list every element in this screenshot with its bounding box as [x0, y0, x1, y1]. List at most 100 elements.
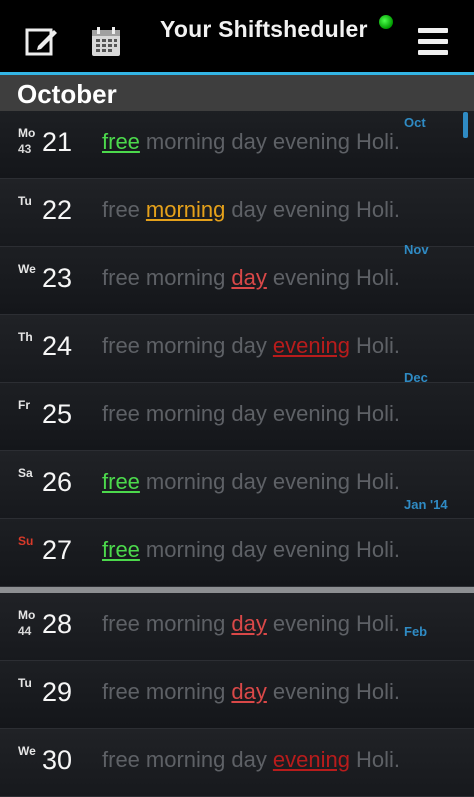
- day-row[interactable]: Tu 22 free morning day evening Holi.: [0, 179, 474, 247]
- shift-options: free morning day evening Holi.: [102, 197, 406, 223]
- day-row[interactable]: We 30 free morning day evening Holi.: [0, 729, 474, 797]
- shift-option-holi[interactable]: Holi.: [356, 333, 400, 358]
- shift-option-free[interactable]: free: [102, 679, 140, 704]
- shift-option-day[interactable]: day: [231, 333, 266, 358]
- shift-option-day[interactable]: day: [231, 747, 266, 772]
- shift-option-evening[interactable]: evening: [273, 537, 350, 562]
- day-number: 21: [42, 127, 73, 157]
- shift-option-day[interactable]: day: [231, 611, 266, 636]
- shift-option-free[interactable]: free: [102, 611, 140, 636]
- shift-options: free morning day evening Holi.: [102, 747, 406, 773]
- shift-option-morning[interactable]: morning: [146, 265, 225, 290]
- shift-option-morning[interactable]: morning: [146, 537, 225, 562]
- shift-option-morning[interactable]: morning: [146, 611, 225, 636]
- month-scroller-label[interactable]: Feb: [404, 624, 427, 639]
- shift-options: free morning day evening Holi.: [102, 401, 406, 427]
- day-row[interactable]: Tu 29 free morning day evening Holi.: [0, 661, 474, 729]
- day-row[interactable]: Th 24 free morning day evening Holi.: [0, 315, 474, 383]
- shift-option-holi[interactable]: Holi.: [356, 265, 400, 290]
- day-row[interactable]: Fr 25 free morning day evening Holi.: [0, 383, 474, 451]
- day-number: 27: [42, 535, 73, 565]
- day-row[interactable]: Su 27 free morning day evening Holi.: [0, 519, 474, 587]
- shift-option-holi[interactable]: Holi.: [356, 401, 400, 426]
- weekday-label: We: [18, 262, 36, 276]
- shift-option-holi[interactable]: Holi.: [356, 679, 400, 704]
- shift-option-morning[interactable]: morning: [146, 469, 225, 494]
- shift-option-free[interactable]: free: [102, 197, 140, 222]
- shift-option-holi[interactable]: Holi.: [356, 537, 400, 562]
- week-number: 43: [18, 142, 32, 156]
- day-row[interactable]: Sa 26 free morning day evening Holi.: [0, 451, 474, 519]
- day-number: 26: [42, 467, 73, 497]
- shift-option-morning[interactable]: morning: [146, 747, 225, 772]
- weekday-label: Mo: [18, 126, 36, 140]
- shift-option-free[interactable]: free: [102, 401, 140, 426]
- day-number: 22: [42, 195, 73, 225]
- action-bar: Your Shiftsheduler: [0, 0, 474, 75]
- day-number: 28: [42, 609, 73, 639]
- shift-option-holi[interactable]: Holi.: [356, 129, 400, 154]
- shift-option-evening[interactable]: evening: [273, 129, 350, 154]
- edit-icon[interactable]: [24, 24, 60, 60]
- weekday-label: We: [18, 744, 36, 758]
- day-number: 29: [42, 677, 73, 707]
- shift-option-day[interactable]: day: [231, 129, 266, 154]
- month-scroller-label[interactable]: Oct: [404, 115, 426, 130]
- shift-option-holi[interactable]: Holi.: [356, 197, 400, 222]
- shift-option-evening[interactable]: evening: [273, 265, 350, 290]
- weekday-label: Th: [18, 330, 33, 344]
- day-number: 25: [42, 399, 73, 429]
- shift-option-free[interactable]: free: [102, 537, 140, 562]
- shift-option-day[interactable]: day: [231, 265, 266, 290]
- calendar-icon[interactable]: [88, 24, 124, 60]
- shift-option-free[interactable]: free: [102, 265, 140, 290]
- shift-options: free morning day evening Holi.: [102, 537, 406, 563]
- scrollbar-thumb[interactable]: [463, 112, 468, 138]
- day-number: 30: [42, 745, 73, 775]
- shift-options: free morning day evening Holi.: [102, 333, 406, 359]
- shift-option-free[interactable]: free: [102, 469, 140, 494]
- shift-option-holi[interactable]: Holi.: [356, 611, 400, 636]
- shift-option-morning[interactable]: morning: [146, 679, 225, 704]
- day-row[interactable]: Mo 43 21 free morning day evening Holi.: [0, 111, 474, 179]
- shift-option-day[interactable]: day: [231, 401, 266, 426]
- weekday-label: Tu: [18, 194, 32, 208]
- shift-option-day[interactable]: day: [231, 469, 266, 494]
- shift-option-holi[interactable]: Holi.: [356, 747, 400, 772]
- month-scroller-label[interactable]: Nov: [404, 242, 429, 257]
- weekday-label: Fr: [18, 398, 30, 412]
- day-number: 23: [42, 263, 73, 293]
- weekday-label: Su: [18, 534, 34, 548]
- month-scroller-label[interactable]: Dec: [404, 370, 428, 385]
- day-number: 24: [42, 331, 73, 361]
- week-divider: [0, 587, 474, 593]
- shift-option-evening[interactable]: evening: [273, 333, 350, 358]
- day-row[interactable]: We 23 free morning day evening Holi.: [0, 247, 474, 315]
- weekday-label: Tu: [18, 676, 32, 690]
- shift-option-free[interactable]: free: [102, 129, 140, 154]
- shift-options: free morning day evening Holi.: [102, 265, 406, 291]
- menu-icon[interactable]: [418, 28, 448, 56]
- shift-option-free[interactable]: free: [102, 747, 140, 772]
- shift-option-evening[interactable]: evening: [273, 611, 350, 636]
- month-header: October: [0, 75, 474, 111]
- shift-option-holi[interactable]: Holi.: [356, 469, 400, 494]
- month-title: October: [17, 79, 117, 109]
- shift-option-evening[interactable]: evening: [273, 747, 350, 772]
- shift-option-day[interactable]: day: [231, 537, 266, 562]
- shift-options: free morning day evening Holi.: [102, 679, 406, 705]
- shift-option-morning[interactable]: morning: [146, 333, 225, 358]
- day-row[interactable]: Mo 44 28 free morning day evening Holi.: [0, 593, 474, 661]
- month-scroller-label[interactable]: Jan '14: [404, 497, 448, 512]
- weekday-label: Mo: [18, 608, 36, 622]
- shift-option-day[interactable]: day: [231, 197, 266, 222]
- shift-option-morning[interactable]: morning: [146, 129, 225, 154]
- shift-option-evening[interactable]: evening: [273, 197, 350, 222]
- shift-option-day[interactable]: day: [231, 679, 266, 704]
- shift-option-free[interactable]: free: [102, 333, 140, 358]
- shift-option-evening[interactable]: evening: [273, 679, 350, 704]
- shift-option-evening[interactable]: evening: [273, 469, 350, 494]
- shift-option-evening[interactable]: evening: [273, 401, 350, 426]
- shift-option-morning[interactable]: morning: [146, 401, 225, 426]
- shift-option-morning[interactable]: morning: [146, 197, 225, 222]
